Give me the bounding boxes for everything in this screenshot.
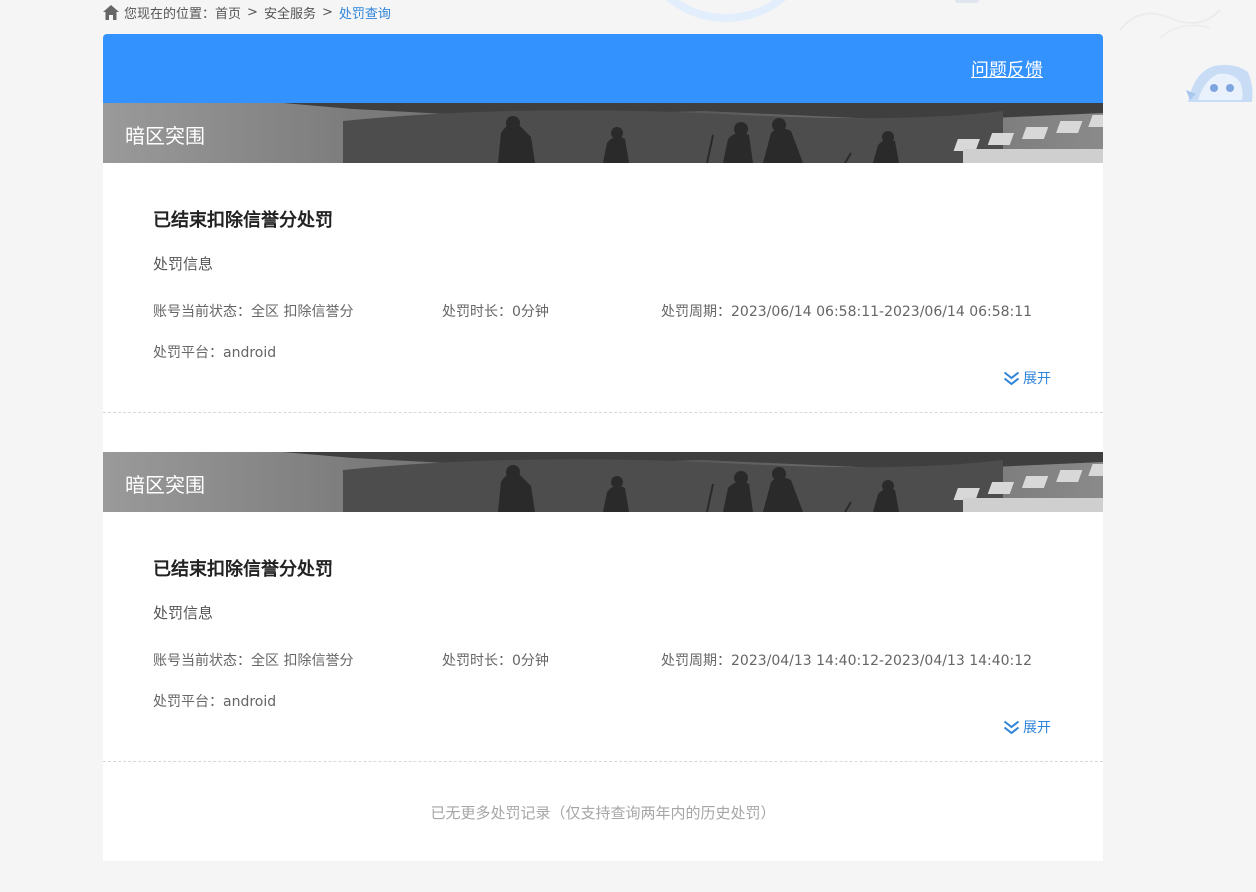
expand-label: 展开 [1023,371,1051,387]
game-name: 暗区突围 [125,124,205,148]
penalty-record: 暗区突围 已结束扣除信誉分处罚 处罚信息 账号当前状态：全区 扣除信誉分 处罚时… [103,103,1103,452]
penalty-title: 已结束扣除信誉分处罚 [153,559,333,580]
feedback-link[interactable]: 问题反馈 [971,56,1043,82]
game-banner: 暗区突围 [103,103,1103,163]
penalty-query-panel: 问题反馈 暗区突围 已结束扣除信誉分处罚 处罚信息 账号当前状态：全区 扣除信誉… [103,34,1103,861]
breadcrumb-security-service-link[interactable]: 安全服务 [264,3,316,22]
penalty-period: 处罚周期：2023/04/13 14:40:12-2023/04/13 14:4… [661,653,1033,669]
penalty-platform: 处罚平台：android [153,345,277,361]
home-icon [103,4,119,20]
penalty-platform: 处罚平台：android [153,694,277,710]
no-more-records-note: 已无更多处罚记录（仅支持查询两年内的历史处罚） [430,804,776,822]
penalty-record-body: 已结束扣除信誉分处罚 处罚信息 账号当前状态：全区 扣除信誉分 处罚时长：0分钟… [103,163,1103,412]
game-banner: 暗区突围 [103,452,1103,512]
game-banner-image [103,452,1103,512]
record-divider [103,761,1103,762]
game-name: 暗区突围 [125,473,205,497]
account-status: 账号当前状态：全区 扣除信誉分 [153,304,354,320]
account-status: 账号当前状态：全区 扣除信誉分 [153,653,354,669]
breadcrumb-separator: > [321,4,333,20]
penalty-info-heading: 处罚信息 [153,255,214,273]
expand-label: 展开 [1023,720,1051,736]
penalty-record: 暗区突围 已结束扣除信誉分处罚 处罚信息 账号当前状态：全区 扣除信誉分 处罚时… [103,452,1103,801]
breadcrumb-prefix: 您现在的位置： [124,6,216,22]
penalty-period: 处罚周期：2023/06/14 06:58:11-2023/06/14 06:5… [661,304,1033,320]
penalty-title: 已结束扣除信誉分处罚 [153,210,333,231]
expand-button[interactable]: 展开 [1003,717,1051,737]
background-dot-decoration [955,0,979,3]
background-lines-decoration [1119,9,1221,39]
breadcrumb-separator: > [247,4,258,20]
header-bar: 问题反馈 [103,34,1103,103]
expand-chevron-icon [1003,720,1020,734]
penalty-duration: 处罚时长：0分钟 [442,653,549,669]
record-divider [103,412,1103,413]
penalty-info-heading: 处罚信息 [153,604,214,622]
breadcrumb-home-link[interactable]: 首页 [215,3,241,22]
breadcrumb-current-page[interactable]: 处罚查询 [339,3,391,22]
penalty-duration: 处罚时长：0分钟 [442,304,549,320]
game-banner-image [103,103,1103,163]
background-circle-decoration [636,0,816,22]
penalty-record-body: 已结束扣除信誉分处罚 处罚信息 账号当前状态：全区 扣除信誉分 处罚时长：0分钟… [103,512,1103,761]
breadcrumb: 您现在的位置： 首页 > 安全服务 > 处罚查询 [103,2,391,22]
mascot-character-icon [1186,64,1253,102]
expand-button[interactable]: 展开 [1003,368,1051,388]
expand-chevron-icon [1003,371,1020,385]
